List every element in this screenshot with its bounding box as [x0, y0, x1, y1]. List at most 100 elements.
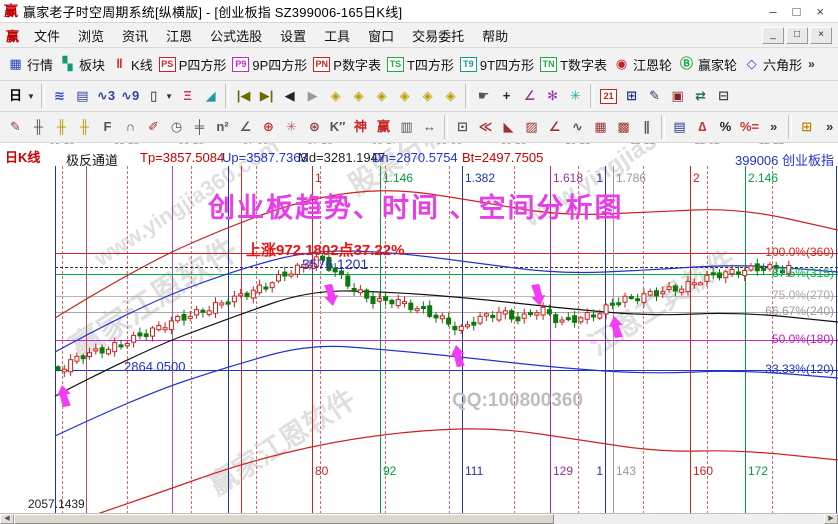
nav-next-button[interactable]: ▶ — [301, 87, 324, 105]
period-day-button[interactable]: 日 ▼ — [4, 87, 38, 105]
close-button[interactable]: × — [816, 4, 824, 19]
child-close-button[interactable]: × — [810, 26, 832, 44]
scroll-right-button[interactable]: ▶ — [824, 514, 838, 524]
t-square-button[interactable]: TS T四方形 — [384, 54, 457, 75]
winner-wheel-button[interactable]: Ⓑ 赢家轮 — [675, 54, 740, 75]
percent-zone-button[interactable]: ∆ — [691, 118, 714, 136]
menu-item-交易委托[interactable]: 交易委托 — [403, 26, 473, 45]
9t-square-button[interactable]: T9 9T四方形 — [457, 54, 537, 75]
shaded-box-button[interactable]: ▨ — [520, 118, 543, 136]
grid-highlight-button[interactable]: ⊞ — [795, 118, 818, 136]
gann-fan-flower-button[interactable]: ✳ — [564, 87, 587, 105]
ray-lines-button[interactable]: ∠ — [543, 118, 566, 136]
fan-lines-button[interactable]: ≪ — [474, 118, 497, 136]
horizontal-scrollbar[interactable]: ◀ ▶ — [0, 513, 838, 524]
menu-item-工具[interactable]: 工具 — [315, 26, 359, 45]
info-panel-button[interactable]: ▤ — [71, 87, 94, 105]
nav-last-button[interactable]: ▶| — [255, 87, 278, 105]
save-button[interactable]: ▣ — [666, 87, 689, 105]
p-number-table-button[interactable]: PN P数字表 — [310, 54, 384, 75]
calculator-button[interactable]: ⊞ — [620, 87, 643, 105]
n-square-button[interactable]: n² — [211, 118, 234, 136]
fan-box-button[interactable]: ◣ — [497, 118, 520, 136]
export-data-button[interactable]: ⇄ — [689, 87, 712, 105]
nav-first-button[interactable]: |◀ — [232, 87, 255, 105]
child-minimize-button[interactable]: _ — [762, 26, 784, 44]
chip-distribution-button[interactable]: Ξ — [176, 87, 199, 105]
menu-item-设置[interactable]: 设置 — [271, 26, 315, 45]
gann-wheel-button[interactable]: ◉ 江恩轮 — [610, 54, 675, 75]
p-square-button[interactable]: PS P四方形 — [156, 54, 230, 75]
gold-ladder-1-button[interactable]: ╫ — [50, 118, 73, 136]
child-restore-button[interactable]: □ — [786, 26, 808, 44]
quotes-table-button[interactable]: ▦ 行情 — [4, 54, 56, 75]
wave-3-button[interactable]: ∿3 — [94, 87, 118, 105]
hand-drag-button[interactable]: ☛ — [472, 87, 495, 105]
rocket-tool-button[interactable]: ✐ — [142, 118, 165, 136]
maximize-button[interactable]: □ — [793, 4, 801, 19]
target-rings-button[interactable]: ⊕ — [257, 118, 280, 136]
notes-button[interactable]: ✎ — [643, 87, 666, 105]
print-button[interactable]: ⊟ — [712, 87, 735, 105]
kline-chart-button[interactable]: ‖ K线 — [108, 54, 156, 75]
spider-web-button[interactable]: ⊛ — [303, 118, 326, 136]
k-mark-button[interactable]: K″ — [326, 118, 349, 136]
zigzag-overlay-button[interactable]: ≋ — [48, 87, 71, 105]
candle-style-button[interactable]: ▯ ▼ — [142, 87, 176, 105]
sector-blocks-button[interactable]: ▚ 板块 — [56, 54, 108, 75]
angle-measure-button[interactable]: ∠ — [518, 87, 541, 105]
zoom-expand-width-button[interactable]: ◈ — [370, 87, 393, 105]
menu-item-资讯[interactable]: 资讯 — [113, 26, 157, 45]
zoom-shrink-right-button[interactable]: ◈ — [347, 87, 370, 105]
box-range-button[interactable]: ⊡ — [451, 118, 474, 136]
shen-tool-button[interactable]: 神 — [349, 118, 372, 136]
menu-item-帮助[interactable]: 帮助 — [473, 26, 517, 45]
arc-tool-button[interactable]: ∩ — [119, 118, 142, 136]
overflow-a-button[interactable]: » — [762, 118, 785, 136]
hexagon-tool-button[interactable]: ◇ 六角形 — [740, 54, 805, 75]
zoom-expand-all-button[interactable]: ◈ — [439, 87, 462, 105]
cycle-clock-button[interactable]: ◷ — [165, 118, 188, 136]
gann-flower-button[interactable]: ✻ — [541, 87, 564, 105]
gold-ladder-2-button[interactable]: ╫ — [73, 118, 96, 136]
zoom-shrink-left-button[interactable]: ◈ — [324, 87, 347, 105]
zoom-expand-height-button[interactable]: ◈ — [416, 87, 439, 105]
toolbar-main-overflow-button[interactable]: » — [805, 56, 818, 72]
menu-item-窗口[interactable]: 窗口 — [359, 26, 403, 45]
menu-item-浏览[interactable]: 浏览 — [69, 26, 113, 45]
grid-light-button[interactable]: ▦ — [589, 118, 612, 136]
ruler-123-button[interactable]: ▥ — [395, 118, 418, 136]
time-ladder-button[interactable]: ╪ — [188, 118, 211, 136]
grid-dark-button[interactable]: ▩ — [612, 118, 635, 136]
nav-prev-button[interactable]: ◀ — [278, 87, 301, 105]
angle-gauge-button[interactable]: ∠ — [234, 118, 257, 136]
price-histogram-button[interactable]: ▤ — [668, 118, 691, 136]
ladder-line-button[interactable]: ╫ — [27, 118, 50, 136]
scroll-left-button[interactable]: ◀ — [0, 514, 14, 524]
f-ladder-button[interactable]: F — [96, 118, 119, 136]
overflow-b-button[interactable]: » — [818, 118, 838, 136]
wave-3-icon: ∿3 — [96, 88, 116, 103]
star-web-button[interactable]: ✳ — [280, 118, 303, 136]
percent-lines-button[interactable]: %= — [737, 118, 762, 136]
width-measure-button[interactable]: ↔ — [418, 118, 441, 136]
candle-style-dropdown-caret-icon[interactable]: ▼ — [165, 92, 173, 101]
menu-item-文件[interactable]: 文件 — [25, 26, 69, 45]
scroll-thumb[interactable] — [14, 514, 554, 524]
pen-tool-button[interactable]: ✎ — [4, 118, 27, 136]
wave-lines-button[interactable]: ∿ — [566, 118, 589, 136]
wave-9-button[interactable]: ∿9 — [118, 87, 142, 105]
t-number-table-button[interactable]: TN T数字表 — [537, 54, 610, 75]
crosshair-button[interactable]: + — [495, 87, 518, 105]
win-tool-button[interactable]: 赢 — [372, 118, 395, 136]
zoom-shrink-width-button[interactable]: ◈ — [393, 87, 416, 105]
menu-item-公式选股[interactable]: 公式选股 — [201, 26, 271, 45]
minimize-button[interactable]: – — [769, 4, 776, 19]
percent-button[interactable]: % — [714, 118, 737, 136]
color-scheme-button[interactable]: ◢ — [199, 87, 222, 105]
calendar-button[interactable]: 21 — [597, 88, 620, 105]
parallel-lines-button[interactable]: ∥ — [635, 118, 658, 136]
9p-square-button[interactable]: P9 9P四方形 — [229, 54, 310, 75]
period-day-dropdown-caret-icon[interactable]: ▼ — [27, 92, 35, 101]
menu-item-江恩[interactable]: 江恩 — [157, 26, 201, 45]
